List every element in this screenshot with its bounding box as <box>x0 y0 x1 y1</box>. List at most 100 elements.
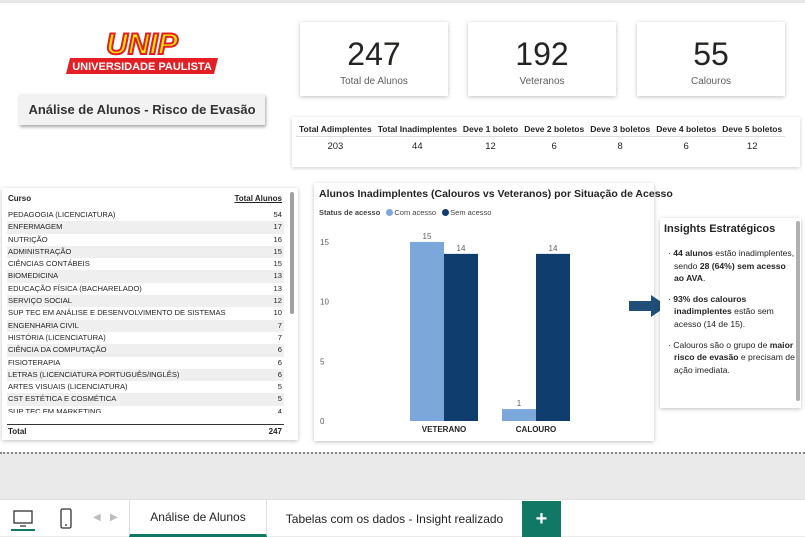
course-total: 6 <box>277 369 282 379</box>
table-row[interactable]: FISIOTERAPIA 6 <box>7 357 284 369</box>
table-row[interactable]: CST ESTÉTICA E COSMÉTICA 5 <box>7 393 284 406</box>
insight-2: · 93% dos calouros inadimplentes estão s… <box>668 293 774 329</box>
prev-page-icon[interactable]: ◀ <box>93 512 101 523</box>
card-calouros[interactable]: 55 Calouros <box>637 22 785 96</box>
mobile-view-icon[interactable] <box>58 507 74 531</box>
course-name: HISTÓRIA (LICENCIATURA) <box>8 332 106 342</box>
card-veteranos[interactable]: 192 Veteranos <box>468 22 616 96</box>
course-table-header: Curso Total Alunos <box>7 194 284 206</box>
y-tick-label: 15 <box>320 238 329 247</box>
course-total: 6 <box>277 345 282 355</box>
header-total-adimplentes[interactable]: Total Adimplentes <box>296 122 375 137</box>
course-name: ADMINISTRAÇÃO <box>8 246 72 256</box>
card-value: 247 <box>347 36 401 72</box>
insights-body: · 44 alunos estão inadimplentes, sendo 2… <box>668 247 795 384</box>
card-total-alunos[interactable]: 247 Total de Alunos <box>300 22 448 96</box>
card-label: Calouros <box>690 76 732 87</box>
header-deve-2[interactable]: Deve 2 boletos <box>521 122 588 137</box>
course-total: 17 <box>273 222 282 232</box>
add-page-button[interactable]: + <box>522 501 561 537</box>
data-label: 14 <box>457 244 466 253</box>
table-row[interactable]: ARTES VISUAIS (LICENCIATURA) 5 <box>7 381 284 393</box>
tab-analise-de-alunos[interactable]: Análise de Alunos <box>129 500 267 537</box>
next-page-icon[interactable]: ▶ <box>110 512 118 523</box>
chart-plot: 0 5 10 15 15 14 VETERANO 1 14 CALOURO <box>320 232 570 434</box>
table-row[interactable]: ENGENHARIA CIVIL 7 <box>7 319 284 332</box>
course-name: SUP TEC EM MARKETING <box>8 406 102 413</box>
table-row[interactable]: SUP TEC EM MARKETING 4 <box>7 406 284 413</box>
table-row[interactable]: CIÊNCIAS CONTÁBEIS 15 <box>7 258 284 270</box>
table-row[interactable]: BIOMEDICINA 13 <box>7 270 284 283</box>
course-total: 5 <box>277 382 282 392</box>
course-total: 13 <box>273 283 282 293</box>
desktop-view-icon[interactable] <box>11 507 35 531</box>
course-total: 7 <box>277 320 282 330</box>
course-table[interactable]: Curso Total Alunos PEDAGOGIA (LICENCIATU… <box>2 188 298 440</box>
card-value: 192 <box>515 36 569 72</box>
course-total: 4 <box>277 406 282 413</box>
course-total: 5 <box>277 394 282 404</box>
bar-veterano-sem-acesso[interactable] <box>444 253 478 421</box>
course-name: LETRAS (LICENCIATURA PORTUGUÊS/INGLÊS) <box>8 369 180 379</box>
tab-tabelas-insight[interactable]: Tabelas com os dados - Insight realizado <box>267 500 522 537</box>
course-name: FISIOTERAPIA <box>8 357 61 367</box>
total-label: Total <box>8 427 27 436</box>
course-total: 54 <box>273 210 282 219</box>
x-tick-label: VETERANO <box>422 425 466 434</box>
course-name: ARTES VISUAIS (LICENCIATURA) <box>8 382 128 392</box>
table-row[interactable]: HISTÓRIA (LICENCIATURA) 7 <box>7 332 284 344</box>
course-total: 16 <box>273 234 282 244</box>
col-header-course[interactable]: Curso <box>8 194 31 203</box>
y-tick-label: 10 <box>320 298 329 307</box>
header-deve-1[interactable]: Deve 1 boleto <box>459 122 522 137</box>
x-tick-label: CALOURO <box>516 425 556 434</box>
course-total: 7 <box>277 332 282 342</box>
bar-calouro-com-acesso[interactable] <box>502 409 536 421</box>
logo-brand: UNIP <box>106 28 179 61</box>
table-row[interactable]: SUP TEC EM ANÁLISE E DESENVOLVIMENTO DE … <box>7 307 284 319</box>
header-deve-3[interactable]: Deve 3 boletos <box>587 122 654 137</box>
value-deve-3: 8 <box>617 140 623 152</box>
top-divider <box>0 0 805 3</box>
course-total: 10 <box>273 308 282 318</box>
report-canvas: UNIP UNIVERSIDADE PAULISTA Análise de Al… <box>0 0 805 452</box>
course-name: PEDAGOGIA (LICENCIATURA) <box>8 210 116 219</box>
table-row[interactable]: ADMINISTRAÇÃO 15 <box>7 245 284 259</box>
table-row[interactable]: CIÊNCIA DA COMPUTAÇÃO 6 <box>7 344 284 357</box>
bar-calouro-sem-acesso[interactable] <box>536 253 570 421</box>
boletos-table[interactable]: Total Adimplentes Total Inadimplentes De… <box>292 117 800 167</box>
page-title: Análise de Alunos - Risco de Evasão <box>19 94 265 125</box>
table-row[interactable]: ENFERMAGEM 17 <box>7 221 284 234</box>
table-row[interactable]: SERVIÇO SOCIAL 12 <box>7 295 284 308</box>
y-tick-label: 5 <box>320 357 325 366</box>
bar-veterano-com-acesso[interactable] <box>410 241 444 421</box>
page-boundary <box>0 452 805 454</box>
card-label: Veteranos <box>519 76 565 87</box>
page-tabs-bar: ◀ ▶ Análise de Alunos Tabelas com os dad… <box>0 499 805 537</box>
course-total: 12 <box>273 296 282 306</box>
course-name: ENGENHARIA CIVIL <box>8 320 79 330</box>
course-name: ENFERMAGEM <box>8 222 63 232</box>
course-name: CIÊNCIAS CONTÁBEIS <box>8 259 90 269</box>
y-tick-label: 0 <box>320 417 325 426</box>
table-scrollbar[interactable] <box>290 192 294 314</box>
course-total: 15 <box>273 246 282 256</box>
header-deve-4[interactable]: Deve 4 boletos <box>653 122 720 137</box>
table-row[interactable]: PEDAGOGIA (LICENCIATURA) 54 <box>7 209 284 221</box>
insights-panel[interactable]: Insights Estratégicos · 44 alunos estão … <box>660 218 801 408</box>
table-row[interactable]: LETRAS (LICENCIATURA PORTUGUÊS/INGLÊS) 6 <box>7 368 284 382</box>
course-name: BIOMEDICINA <box>8 271 59 281</box>
bar-chart[interactable]: Alunos Inadimplentes (Calouros vs Vetera… <box>314 183 673 441</box>
course-total: 15 <box>273 259 282 269</box>
table-row[interactable]: NUTRIÇÃO 16 <box>7 234 284 246</box>
course-name: NUTRIÇÃO <box>8 234 48 244</box>
col-header-total[interactable]: Total Alunos <box>234 194 282 203</box>
header-deve-5[interactable]: Deve 5 boletos <box>719 122 786 137</box>
insights-scrollbar[interactable] <box>796 221 800 401</box>
header-total-inadimplentes[interactable]: Total Inadimplentes <box>374 122 460 137</box>
course-rows: PEDAGOGIA (LICENCIATURA) 54 ENFERMAGEM 17 NU… <box>7 209 284 413</box>
course-name: EDUCAÇÃO FÍSICA (BACHARELADO) <box>8 283 142 293</box>
course-name: SUP TEC EM ANÁLISE E DESENVOLVIMENTO DE … <box>8 308 226 318</box>
course-total: 13 <box>273 271 282 281</box>
table-row[interactable]: EDUCAÇÃO FÍSICA (BACHARELADO) 13 <box>7 283 284 295</box>
